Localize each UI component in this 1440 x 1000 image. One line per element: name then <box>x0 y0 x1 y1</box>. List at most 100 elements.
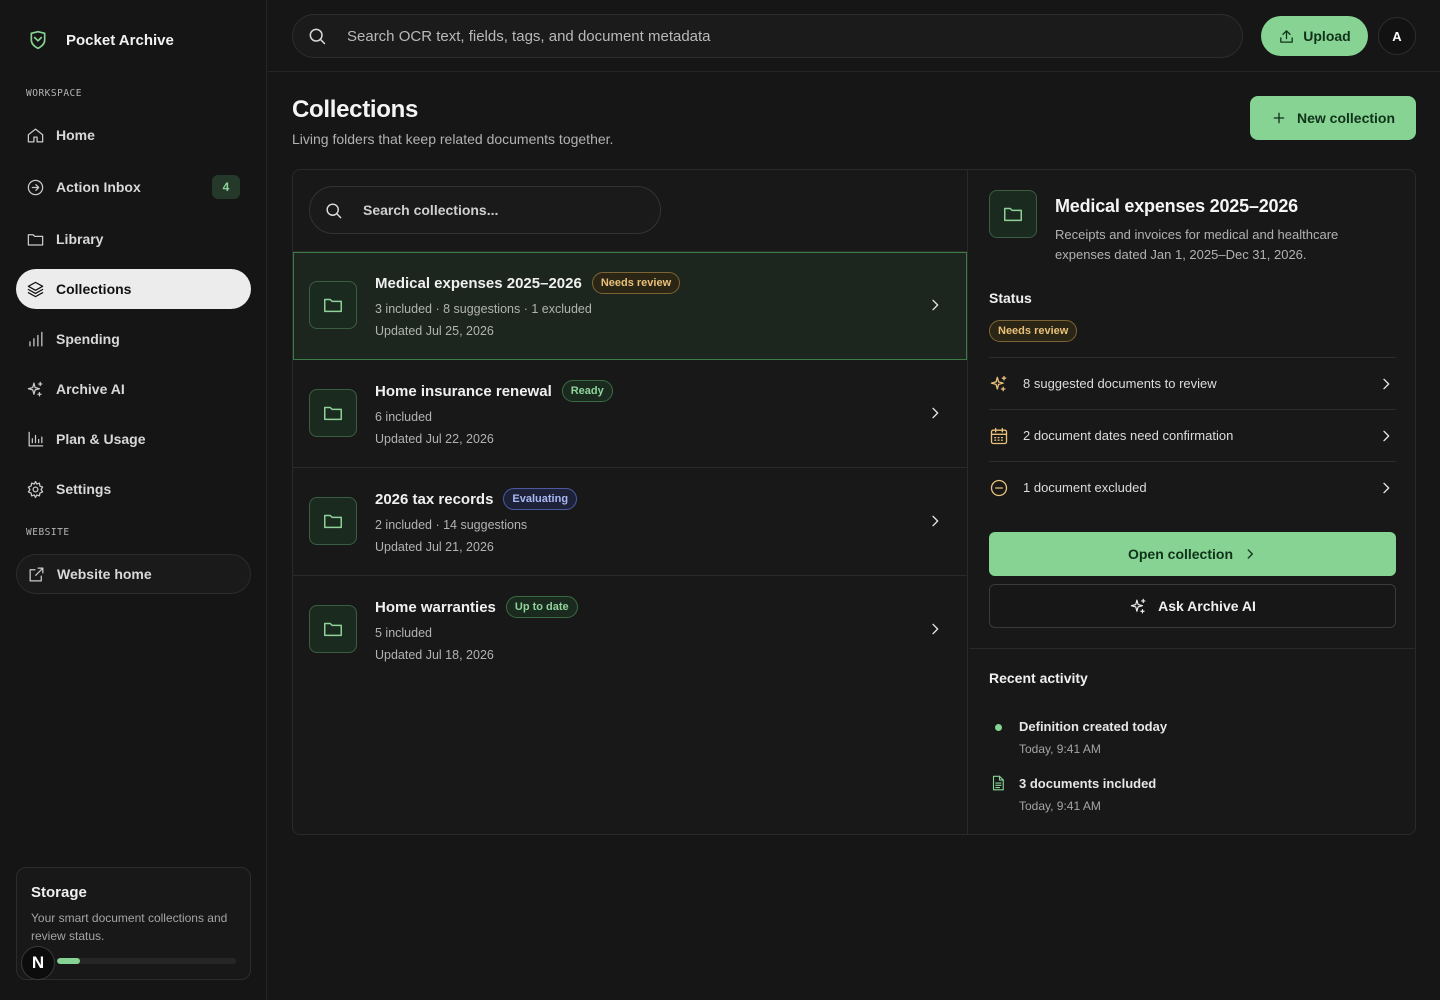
sidebar-item-collections[interactable]: Collections <box>16 269 251 309</box>
sidebar-item-label: Website home <box>57 566 152 582</box>
collection-meta: 5 included <box>375 626 432 640</box>
sidebar-item-label: Collections <box>56 281 132 297</box>
global-search-input[interactable] <box>347 27 1207 45</box>
page-title: Collections <box>292 96 419 123</box>
sidebar-item-action-inbox[interactable]: Action Inbox 4 <box>16 167 251 207</box>
chart-icon <box>28 431 44 446</box>
circle-arrow-icon <box>27 179 44 195</box>
storage-card: Storage Your smart document collections … <box>16 867 251 980</box>
folder-icon <box>324 406 342 421</box>
chevron-right-icon <box>932 623 939 635</box>
action-label: 8 suggested documents to review <box>1023 376 1217 391</box>
brand-name: Pocket Archive <box>66 31 174 49</box>
upload-button[interactable]: Upload <box>1261 16 1368 56</box>
collection-row[interactable]: Medical expenses 2025–2026 Needs review … <box>293 252 967 360</box>
document-icon <box>992 775 1004 791</box>
global-search[interactable] <box>292 14 1243 58</box>
search-icon <box>326 202 342 218</box>
page-subtitle: Living folders that keep related documen… <box>292 131 614 147</box>
collections-search-bar <box>293 170 967 252</box>
action-label: 2 document dates need confirmation <box>1023 428 1234 443</box>
sidebar-item-settings[interactable]: Settings <box>16 469 251 509</box>
upload-label: Upload <box>1303 28 1351 44</box>
home-icon <box>27 128 44 142</box>
status-badge: Evaluating <box>503 488 578 510</box>
sidebar-item-label: Settings <box>56 481 112 497</box>
detail-description: Receipts and invoices for medical and he… <box>1055 227 1339 262</box>
chevron-right-icon <box>932 515 939 527</box>
sidebar-item-website-home[interactable]: Website home <box>16 554 251 594</box>
storage-progress-fill <box>57 958 81 964</box>
activity-text: Definition created today <box>1019 719 1168 734</box>
sidebar-item-label: Action Inbox <box>56 179 141 195</box>
n-badge[interactable]: N <box>21 946 55 980</box>
activity-title: Recent activity <box>989 670 1088 686</box>
action-label: 1 document excluded <box>1023 480 1147 495</box>
ask-archive-ai-button[interactable]: Ask Archive AI <box>989 584 1396 628</box>
storage-description: Your smart document collections and revi… <box>31 911 228 943</box>
workspace-label: WORKSPACE <box>26 88 82 99</box>
activity-time: Today, 9:41 AM <box>1019 799 1101 813</box>
avatar[interactable]: A <box>1378 17 1416 55</box>
collection-name: Medical expenses 2025–2026 <box>375 274 582 292</box>
detail-status-badge: Needs review <box>989 320 1078 342</box>
collections-search[interactable] <box>309 186 661 234</box>
collection-updated: Updated Jul 22, 2026 <box>375 432 494 446</box>
plus-icon <box>1273 112 1285 124</box>
status-badge: Needs review <box>591 272 681 294</box>
collection-updated: Updated Jul 18, 2026 <box>375 648 494 662</box>
brand[interactable]: Pocket Archive <box>28 30 174 50</box>
sidebar-item-archive-ai[interactable]: Archive AI <box>16 369 251 409</box>
chevron-right-icon <box>1383 378 1390 390</box>
storage-title: Storage <box>31 884 87 901</box>
sidebar-item-label: Archive AI <box>56 381 125 397</box>
sidebar-item-label: Plan & Usage <box>56 431 146 447</box>
sidebar-item-label: Library <box>56 231 104 247</box>
chevron-right-icon <box>1383 430 1390 442</box>
collection-updated: Updated Jul 25, 2026 <box>375 324 494 338</box>
new-collection-label: New collection <box>1296 110 1396 126</box>
activity-text: 3 documents included <box>1019 776 1157 791</box>
website-label: WEBSITE <box>26 527 70 538</box>
folder-icon <box>324 514 342 529</box>
sidebar-item-label: Home <box>56 127 95 143</box>
sidebar-item-library[interactable]: Library <box>16 219 251 259</box>
minus-circle-icon <box>990 479 1008 496</box>
sparkles-icon <box>27 381 43 396</box>
search-icon <box>309 28 326 45</box>
chevron-right-icon <box>932 299 939 311</box>
bar-chart-icon <box>29 331 43 346</box>
collection-row[interactable]: 2026 tax records Evaluating 2 included ·… <box>293 468 967 576</box>
sidebar-item-plan-usage[interactable]: Plan & Usage <box>16 419 251 459</box>
open-collection-button[interactable]: Open collection <box>989 532 1396 576</box>
collections-panel: Medical expenses 2025–2026 Needs review … <box>292 169 1416 835</box>
calendar-icon <box>990 427 1008 444</box>
confirm-dates-row[interactable]: 2 document dates need confirmation <box>989 409 1396 461</box>
new-collection-button[interactable]: New collection <box>1250 96 1416 140</box>
collections-search-input[interactable] <box>363 202 633 218</box>
chevron-right-icon <box>1247 549 1253 559</box>
collection-folder-icon <box>309 605 357 653</box>
inbox-count-badge: 4 <box>212 175 240 199</box>
collection-detail: Medical expenses 2025–2026 Receipts and … <box>969 170 1415 834</box>
ask-archive-ai-label: Ask Archive AI <box>1158 598 1256 614</box>
excluded-documents-row[interactable]: 1 document excluded <box>989 461 1396 513</box>
chevron-right-icon <box>932 407 939 419</box>
collection-name: 2026 tax records <box>375 490 494 508</box>
review-suggestions-row[interactable]: 8 suggested documents to review <box>989 357 1396 409</box>
collection-name: Home warranties <box>375 598 496 616</box>
folder-icon <box>27 233 44 246</box>
collection-row[interactable]: Home insurance renewal Ready 6 included … <box>293 360 967 468</box>
pocket-archive-logo <box>30 30 46 50</box>
collection-row[interactable]: Home warranties Up to date 5 included Up… <box>293 576 967 684</box>
collection-meta: 3 included · 8 suggestions · 1 excluded <box>375 302 592 316</box>
topbar: Upload A <box>268 0 1440 72</box>
collection-meta: 2 included · 14 suggestions <box>375 518 528 532</box>
collection-name: Home insurance renewal <box>375 382 552 400</box>
sidebar: Pocket Archive WORKSPACE Home Action Inb… <box>0 0 267 1000</box>
chevron-right-icon <box>1383 482 1390 494</box>
activity-dot-icon <box>995 724 1002 731</box>
sidebar-item-spending[interactable]: Spending <box>16 319 251 359</box>
sidebar-item-home[interactable]: Home <box>16 115 251 155</box>
divider <box>969 648 1415 649</box>
